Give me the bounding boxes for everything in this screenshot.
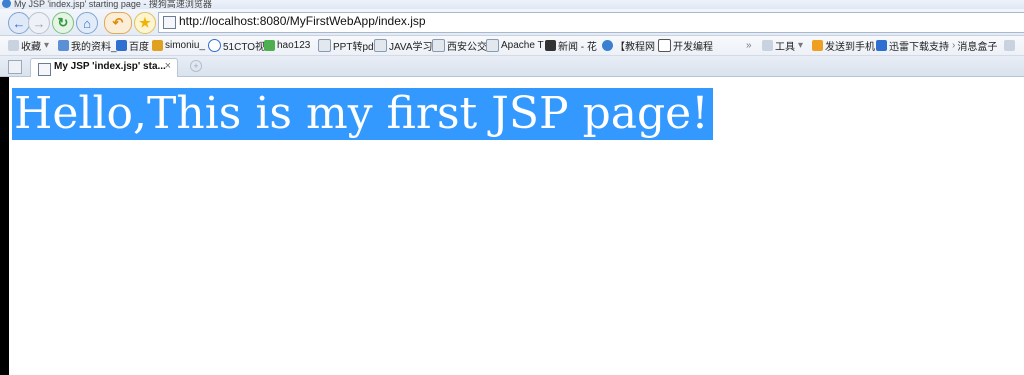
- close-icon[interactable]: ×: [165, 60, 171, 72]
- refresh-icon: ↻: [57, 15, 69, 30]
- bookmark-item[interactable]: 我的资料_: [58, 38, 117, 53]
- back-button[interactable]: ←: [8, 12, 30, 34]
- bookmark-item[interactable]: 新闻 - 花: [545, 38, 597, 53]
- page-icon: [318, 39, 331, 52]
- bookmark-item[interactable]: simoniu_: [152, 38, 205, 53]
- bookmark-item[interactable]: 收藏 ▾: [8, 38, 49, 53]
- star-icon: [8, 40, 19, 51]
- chevron-double-right-icon: »: [746, 40, 752, 51]
- bookmark-item[interactable]: 百度: [116, 38, 149, 53]
- tools-icon: [762, 40, 773, 51]
- bookmark-item[interactable]: 开发编程: [658, 38, 713, 53]
- thunder-icon: [876, 40, 887, 51]
- page-icon: [38, 63, 51, 76]
- chevron-down-icon: ▾: [44, 40, 50, 51]
- bookmark-item[interactable]: 西安公交: [432, 38, 487, 53]
- page-icon: [374, 39, 387, 52]
- tools-menu[interactable]: 工具 ▾: [762, 38, 803, 53]
- tab-label: My JSP 'index.jsp' sta...: [54, 61, 166, 72]
- bookmark-item[interactable]: 51CTO视: [208, 38, 265, 53]
- plus-icon: +: [193, 61, 199, 71]
- undo-icon: ↶: [112, 15, 124, 30]
- forward-button[interactable]: →: [28, 12, 50, 34]
- home-icon: ⌂: [83, 15, 91, 31]
- arrow-right-icon: →: [32, 15, 46, 31]
- new-tab-button[interactable]: +: [190, 60, 202, 72]
- page-icon: [1004, 40, 1015, 51]
- page-icon: [486, 39, 499, 52]
- bookmark-item[interactable]: 【教程网: [602, 38, 655, 53]
- bookmark-item[interactable]: [1004, 38, 1017, 53]
- page-content: Hello,This is my first JSP page!: [9, 77, 1024, 375]
- page-heading: Hello,This is my first JSP page!: [12, 88, 713, 140]
- send-to-phone-button[interactable]: 发送到手机: [812, 38, 875, 53]
- search-icon: [658, 39, 671, 52]
- sidebar-toggle-icon[interactable]: [8, 60, 22, 74]
- bird-icon: [602, 40, 613, 51]
- hao123-icon: [264, 40, 275, 51]
- title-bar: My JSP 'index.jsp' starting page - 搜狗高速浏…: [0, 0, 1024, 9]
- bookmark-icon: [152, 40, 163, 51]
- refresh-button[interactable]: ↻: [52, 12, 74, 34]
- play-icon: [208, 39, 221, 52]
- thunder-download-button[interactable]: 迅雷下载支持: [876, 38, 949, 53]
- chevron-down-icon: ▾: [798, 40, 804, 51]
- tab-strip: My JSP 'index.jsp' sta... × +: [0, 56, 1024, 77]
- tab-index-jsp[interactable]: My JSP 'index.jsp' sta... ×: [30, 58, 178, 77]
- home-button[interactable]: ⌂: [76, 12, 98, 34]
- window-title: My JSP 'index.jsp' starting page - 搜狗高速浏…: [14, 0, 212, 9]
- address-url[interactable]: http://localhost:8080/MyFirstWebApp/inde…: [179, 14, 426, 28]
- news-icon: [545, 40, 556, 51]
- folder-icon: [58, 40, 69, 51]
- navigation-toolbar: ← → ↻ ⌂ ↶ ★ http://localhost:8080/MyFirs…: [0, 9, 1024, 36]
- favorite-button[interactable]: ★: [134, 12, 156, 34]
- phone-icon: [812, 40, 823, 51]
- bookmark-item[interactable]: JAVA学习: [374, 38, 433, 53]
- more-bookmarks-button[interactable]: »: [746, 38, 752, 53]
- bookmark-item[interactable]: hao123: [264, 38, 310, 53]
- bookmark-item[interactable]: PPT转pdf: [318, 38, 376, 53]
- chevron-right-icon: ›: [952, 40, 956, 51]
- undo-close-button[interactable]: ↶: [104, 12, 132, 34]
- baidu-icon: [116, 40, 127, 51]
- bookmark-item[interactable]: Apache T: [486, 38, 544, 53]
- message-box-button[interactable]: › 消息盒子: [952, 38, 997, 53]
- bookmarks-bar: 收藏 ▾ 我的资料_ 百度 simoniu_ 51CTO视 hao123 PPT转…: [0, 36, 1024, 56]
- page-icon: [432, 39, 445, 52]
- address-bar[interactable]: http://localhost:8080/MyFirstWebApp/inde…: [158, 12, 1024, 33]
- star-icon: ★: [139, 15, 151, 30]
- browser-logo-icon: [2, 0, 11, 8]
- page-icon: [163, 16, 176, 29]
- arrow-left-icon: ←: [12, 15, 26, 31]
